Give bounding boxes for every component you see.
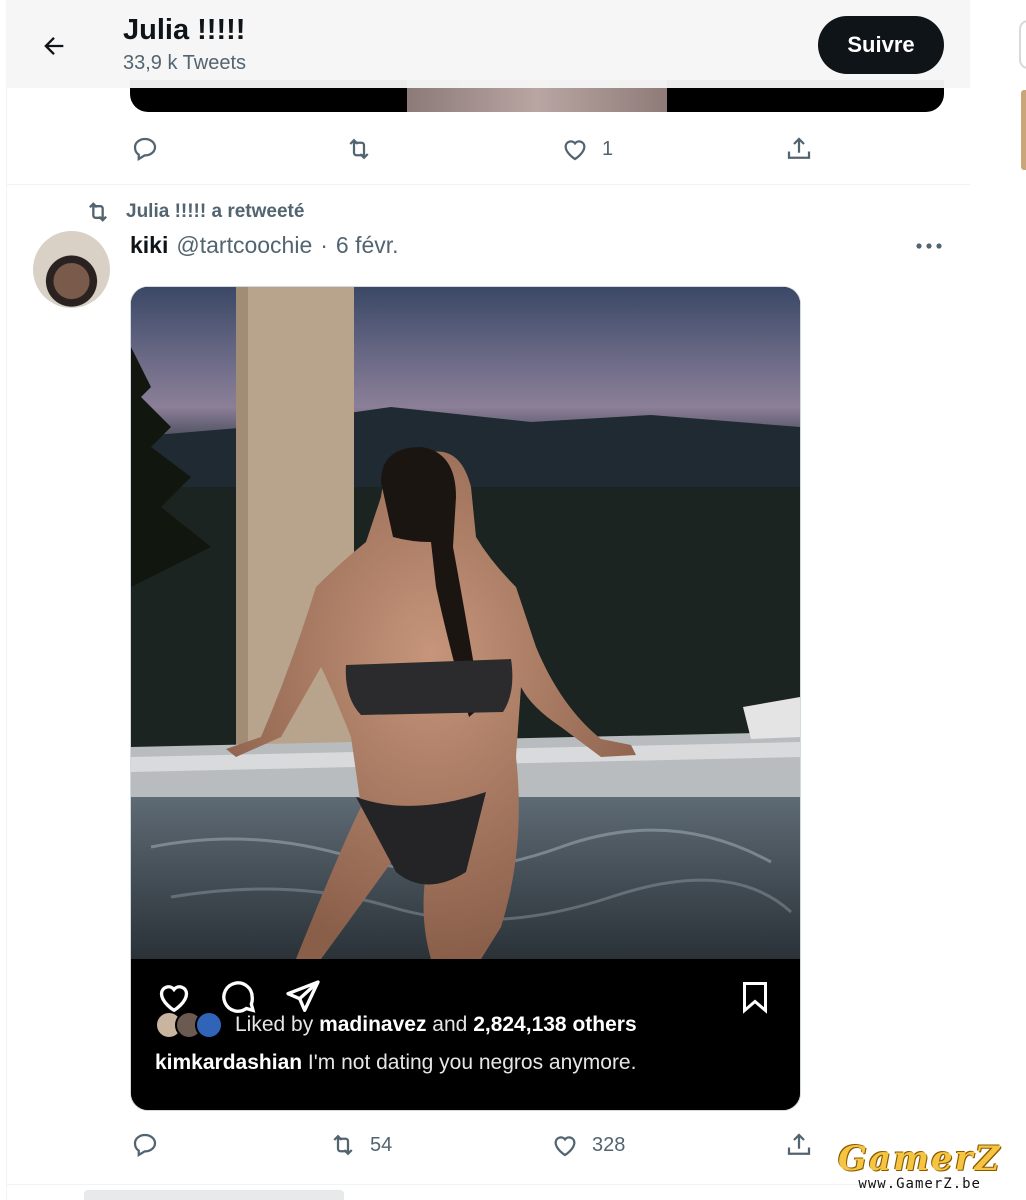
profile-header: Julia !!!!! 33,9 k Tweets Suivre	[6, 0, 970, 88]
reply-icon	[133, 1133, 157, 1158]
like-count: 1	[602, 137, 614, 160]
share-button[interactable]	[784, 134, 814, 164]
liked-by-line: Liked by madinavez and 2,824,138 others	[155, 1011, 637, 1039]
sidebar-search-edge	[1019, 20, 1026, 69]
share-button[interactable]	[784, 1130, 814, 1160]
tweet-date[interactable]: 6 févr.	[336, 232, 399, 259]
share-icon	[787, 1133, 811, 1155]
sidebar-media-edge	[1021, 90, 1026, 170]
profile-name: Julia !!!!!	[123, 14, 246, 46]
retweet-context[interactable]: Julia !!!!! a retweeté	[84, 198, 304, 226]
heart-icon	[564, 140, 586, 161]
retweet-button[interactable]: 54	[328, 1130, 392, 1160]
tweet-divider	[6, 1184, 970, 1185]
reply-button[interactable]	[130, 1130, 172, 1160]
author-name[interactable]: kiki	[130, 232, 168, 259]
arrow-left-icon	[44, 37, 64, 55]
tweet-media[interactable]: Liked by madinavez and 2,824,138 others …	[130, 286, 801, 1111]
right-sidebar-edge	[971, 0, 1026, 1200]
follow-button[interactable]: Suivre	[818, 16, 944, 74]
next-tweet-context	[84, 1190, 384, 1200]
retweet-icon	[349, 138, 369, 160]
reply-button[interactable]	[130, 134, 172, 164]
liker-avatars	[155, 1011, 223, 1039]
author-handle[interactable]: @tartcoochie	[176, 232, 312, 259]
watermark-logo: GamerZ	[838, 1139, 1002, 1179]
post-caption: kimkardashian I'm not dating you negros …	[155, 1051, 637, 1074]
reply-icon	[133, 137, 157, 162]
avatar[interactable]	[33, 231, 110, 308]
like-count: 328	[592, 1133, 626, 1156]
retweet-icon	[89, 202, 107, 222]
retweet-context-label: Julia !!!!! a retweeté	[126, 201, 305, 222]
back-button[interactable]	[36, 28, 72, 64]
more-icon	[916, 243, 942, 249]
heart-icon	[554, 1136, 576, 1157]
retweet-count: 54	[370, 1133, 393, 1156]
share-icon	[787, 137, 811, 159]
retweet-icon	[333, 1134, 353, 1156]
like-button[interactable]: 328	[550, 1130, 625, 1160]
watermark: GamerZ www.GamerZ.be	[838, 1142, 1001, 1192]
watermark-url: www.GamerZ.be	[858, 1176, 981, 1192]
tweet-count: 33,9 k Tweets	[123, 52, 247, 74]
post-photo	[131, 287, 800, 959]
bookmark-icon	[743, 982, 767, 1014]
more-options-button[interactable]	[912, 234, 946, 258]
instagram-post-footer: Liked by madinavez and 2,824,138 others …	[131, 959, 800, 1110]
retweet-button[interactable]	[344, 134, 386, 164]
tweet-divider	[6, 184, 970, 185]
meta-separator: ·	[320, 232, 328, 258]
like-button[interactable]: 1	[560, 134, 613, 164]
tweet-header: kiki @tartcoochie · 6 févr.	[130, 232, 399, 259]
